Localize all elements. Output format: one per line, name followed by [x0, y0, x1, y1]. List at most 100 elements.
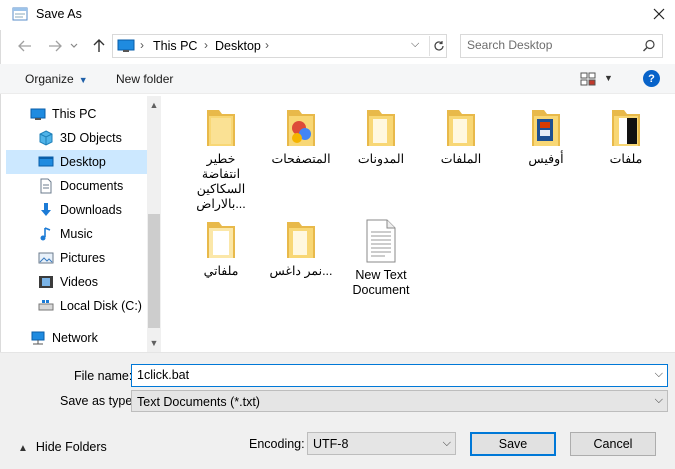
videos-icon	[39, 276, 53, 288]
sidebar-item-label: Documents	[60, 179, 124, 193]
sidebar-item-pictures[interactable]: Pictures	[6, 246, 147, 270]
organize-button[interactable]: Organize ▼	[25, 72, 88, 86]
sidebar-item-desktop[interactable]: Desktop	[6, 150, 147, 174]
up-button[interactable]	[88, 35, 110, 57]
refresh-button[interactable]	[429, 36, 447, 56]
caret-up-icon: ▲	[18, 443, 28, 454]
breadcrumb-desktop[interactable]: Desktop	[215, 39, 261, 53]
hide-folders-button[interactable]: ▲ Hide Folders	[18, 440, 107, 454]
breadcrumb-this-pc[interactable]: This PC	[153, 39, 197, 53]
refresh-icon	[433, 41, 444, 51]
file-name: الملفات	[440, 152, 482, 166]
office-folder-icon	[532, 110, 560, 146]
file-name: ملفات	[609, 152, 643, 166]
file-name: المدونات	[357, 152, 405, 166]
pc-icon	[117, 39, 135, 52]
3d-objects-icon	[39, 130, 53, 146]
sidebar-item-label: Local Disk (C:)	[60, 299, 142, 313]
sidebar-item-downloads[interactable]: Downloads	[6, 198, 147, 222]
sidebar-item-documents[interactable]: Documents	[6, 174, 147, 198]
search-box[interactable]	[460, 34, 663, 58]
file-name-field[interactable]: ⌵	[131, 364, 668, 387]
file-item-folder[interactable]: المدونات	[341, 106, 421, 167]
music-icon	[40, 227, 51, 241]
drive-icon	[38, 300, 54, 311]
save-as-type-select[interactable]: Text Documents (*.txt) ⌵	[131, 390, 668, 412]
close-icon	[653, 8, 665, 20]
file-name-label: File name:	[74, 369, 133, 383]
sidebar-item-label: Pictures	[60, 251, 106, 265]
browsers-folder-icon	[287, 110, 315, 146]
navigation-scrollbar[interactable]: ▲ ▼	[147, 96, 161, 352]
new-folder-button[interactable]: New folder	[116, 72, 173, 86]
view-options-icon[interactable]	[580, 72, 596, 86]
sidebar-item-network[interactable]: Network	[6, 326, 147, 350]
back-button[interactable]	[14, 35, 36, 57]
scrollbar-thumb[interactable]	[148, 214, 160, 328]
documents-icon	[40, 178, 52, 194]
encoding-value: UTF-8	[313, 437, 349, 451]
file-name: ملفاتي	[203, 264, 239, 278]
sidebar-item-local-disk[interactable]: Local Disk (C:)	[6, 294, 147, 318]
sidebar-item-music[interactable]: Music	[6, 222, 147, 246]
folder-icon	[287, 222, 315, 258]
forward-button[interactable]	[44, 35, 66, 57]
file-item-folder[interactable]: ملفات	[586, 106, 666, 167]
breadcrumb-chevron-icon: ›	[204, 38, 208, 52]
breadcrumb-chevron-icon: ›	[265, 38, 269, 52]
arrow-right-icon	[49, 40, 62, 52]
chevron-down-icon: ⌵	[442, 437, 451, 449]
caret-down-icon: ▼	[78, 75, 88, 85]
recent-locations-button[interactable]	[66, 35, 82, 57]
network-icon	[31, 331, 45, 345]
files-folder-icon	[612, 110, 640, 146]
file-item-folder[interactable]: ملفاتي	[181, 218, 261, 279]
file-item-folder[interactable]: نمر داغس...	[261, 218, 341, 279]
sidebar-item-videos[interactable]: Videos	[6, 270, 147, 294]
breadcrumb-chevron-icon: ›	[140, 38, 144, 52]
folder-icon	[207, 222, 235, 258]
scroll-down-icon[interactable]: ▼	[147, 336, 161, 350]
view-dropdown-icon[interactable]: ▼	[604, 73, 613, 83]
file-name: أوفيس	[528, 152, 564, 166]
address-bar[interactable]: › This PC › Desktop › ⌵	[112, 34, 447, 58]
sidebar-item-label: Desktop	[60, 155, 106, 169]
file-name: المتصفحات	[271, 152, 331, 166]
navigation-bar: › This PC › Desktop › ⌵	[0, 30, 675, 64]
file-name-input[interactable]	[137, 368, 637, 382]
chevron-down-icon[interactable]: ⌵	[655, 368, 663, 381]
file-name: خطير انتفاضة السكاكين بالاراض...	[196, 152, 246, 211]
encoding-label: Encoding:	[249, 437, 305, 451]
search-input[interactable]	[467, 38, 637, 52]
encoding-select[interactable]: UTF-8 ⌵	[307, 432, 456, 455]
close-button[interactable]	[646, 2, 672, 26]
sidebar-item-label: Network	[52, 331, 98, 345]
scroll-up-icon[interactable]: ▲	[147, 98, 161, 112]
file-item-folder[interactable]: خطير انتفاضة السكاكين بالاراض...	[181, 106, 261, 212]
file-item-folder[interactable]: المتصفحات	[261, 106, 341, 167]
pictures-icon	[38, 252, 54, 264]
save-as-type-label: Save as type:	[60, 394, 136, 408]
file-item-folder[interactable]: أوفيس	[506, 106, 586, 167]
title-bar: Save As	[0, 0, 675, 30]
cancel-button[interactable]: Cancel	[570, 432, 656, 456]
address-dropdown-icon[interactable]: ⌵	[411, 38, 419, 51]
folder-icon	[207, 110, 235, 146]
sidebar-item-this-pc[interactable]: This PC	[6, 102, 147, 126]
chevron-down-icon	[70, 43, 78, 48]
sidebar-item-3d-objects[interactable]: 3D Objects	[6, 126, 147, 150]
help-icon[interactable]: ?	[643, 70, 660, 87]
window-title: Save As	[36, 7, 82, 21]
arrow-left-icon	[18, 40, 31, 52]
command-bar: Organize ▼ New folder ▼ ?	[0, 64, 675, 94]
sidebar-item-label: 3D Objects	[60, 131, 122, 145]
chevron-down-icon: ⌵	[654, 394, 663, 406]
arrow-up-icon	[93, 39, 105, 52]
file-item-text-document[interactable]: New Text Document	[341, 218, 421, 298]
file-item-folder[interactable]: الملفات	[421, 106, 501, 167]
search-icon	[643, 39, 655, 52]
sidebar-item-label: Music	[60, 227, 93, 241]
pc-icon	[30, 108, 46, 120]
save-button[interactable]: Save	[470, 432, 556, 456]
file-list: خطير انتفاضة السكاكين بالاراض... المتصفح…	[161, 96, 675, 352]
